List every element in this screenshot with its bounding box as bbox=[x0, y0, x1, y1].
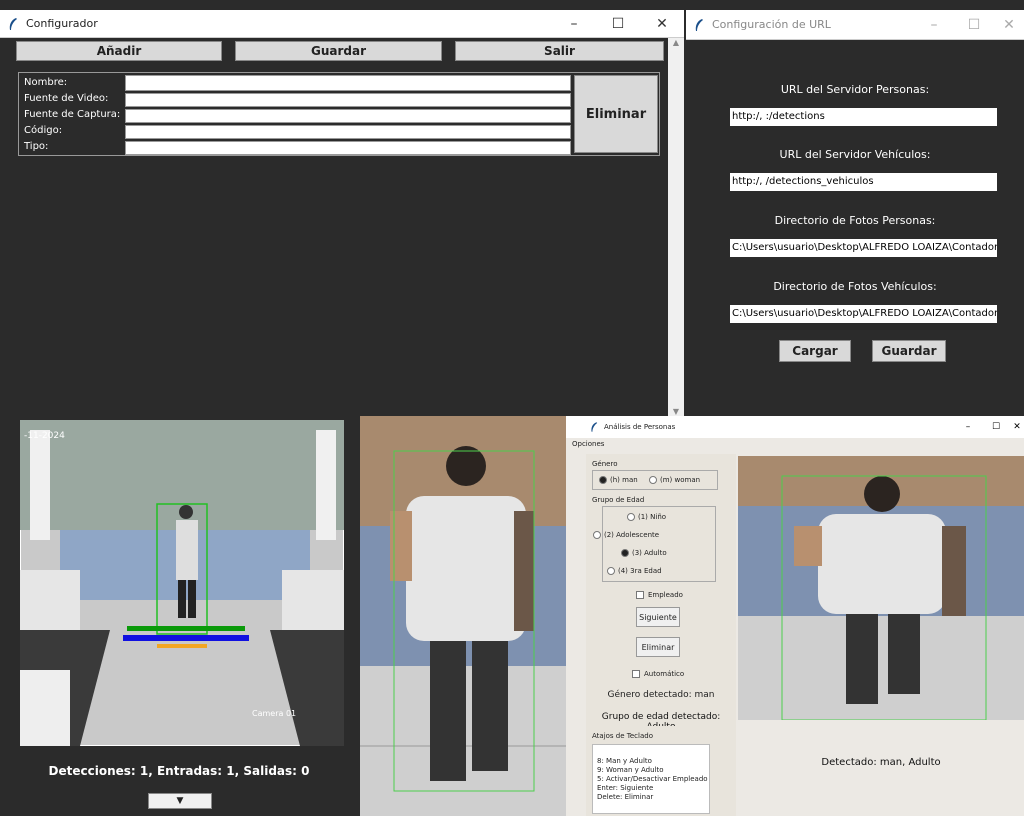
feather-icon bbox=[695, 18, 703, 31]
analysis-person-image bbox=[738, 456, 1024, 720]
shortcut-line: Delete: Eliminar bbox=[597, 793, 654, 801]
feather-icon bbox=[9, 17, 17, 30]
minimize-button[interactable]: – bbox=[552, 16, 596, 32]
url-config-titlebar: Configuración de URL – ☐ ✕ bbox=[686, 10, 1024, 40]
code-input[interactable] bbox=[125, 125, 571, 139]
gender-man-radio[interactable]: (h) man bbox=[599, 476, 638, 484]
employee-checkbox[interactable]: Empleado bbox=[636, 591, 683, 599]
save-button[interactable]: Guardar bbox=[235, 41, 442, 61]
label-type: Tipo: bbox=[24, 141, 49, 152]
age-group: (1) Niño (2) Adolescente (3) Adulto (4) … bbox=[593, 506, 716, 582]
close-button[interactable]: ✕ bbox=[1010, 422, 1024, 432]
chevron-down-icon: ▼ bbox=[176, 796, 184, 806]
controls-panel: Género (h) man (m) woman Grupo de Edad (… bbox=[586, 454, 736, 734]
radio-icon bbox=[649, 476, 657, 484]
maximize-button[interactable]: ☐ bbox=[954, 17, 994, 33]
maximize-button[interactable]: ☐ bbox=[596, 16, 640, 32]
name-input[interactable] bbox=[125, 75, 571, 91]
scroll-down-icon[interactable]: ▼ bbox=[668, 407, 684, 416]
shortcut-line: 9: Woman y Adulto bbox=[597, 766, 664, 774]
radio-icon bbox=[627, 513, 635, 521]
gender-woman-radio[interactable]: (m) woman bbox=[649, 476, 700, 484]
analysis-title: Análisis de Personas bbox=[604, 423, 676, 431]
capture-source-input[interactable] bbox=[125, 109, 571, 123]
persons-url-input[interactable]: http:/, :/detections bbox=[730, 108, 997, 126]
field-labels: Nombre: Fuente de Video: Fuente de Captu… bbox=[21, 75, 125, 155]
persons-url-label: URL del Servidor Personas: bbox=[780, 83, 930, 96]
load-button[interactable]: Cargar bbox=[779, 340, 851, 362]
minimize-button[interactable]: – bbox=[954, 422, 982, 432]
type-input[interactable] bbox=[125, 141, 571, 155]
radio-icon bbox=[593, 531, 601, 539]
url-config-title: Configuración de URL bbox=[712, 18, 831, 31]
vehicles-url-input[interactable]: http:/, /detections_vehiculos bbox=[730, 173, 997, 191]
url-save-button[interactable]: Guardar bbox=[872, 340, 946, 362]
url-config-window: Configuración de URL – ☐ ✕ URL del Servi… bbox=[686, 10, 1024, 416]
scrollbar[interactable]: ▲ ▼ bbox=[668, 38, 684, 416]
shortcuts-panel: Atajos de Teclado 8: Man y Adulto 9: Wom… bbox=[586, 726, 736, 816]
gender-group: (h) man (m) woman bbox=[592, 470, 718, 490]
vehicles-photos-label: Directorio de Fotos Vehículos: bbox=[773, 280, 937, 293]
automatic-checkbox[interactable]: Automático bbox=[632, 670, 684, 678]
dropdown-button[interactable]: ▼ bbox=[148, 793, 212, 809]
vehicles-url-label: URL del Servidor Vehículos: bbox=[779, 148, 931, 161]
label-code: Código: bbox=[24, 125, 63, 136]
configurador-title: Configurador bbox=[26, 17, 98, 30]
shortcut-line: Enter: Siguiente bbox=[597, 784, 654, 792]
label-capture-source: Fuente de Captura: bbox=[24, 109, 121, 120]
minimize-button[interactable]: – bbox=[914, 17, 954, 33]
camera-panel: -11-2024 Camera 01 Detecciones: 1, Entra… bbox=[0, 416, 358, 816]
shortcuts-box: 8: Man y Adulto 9: Woman y Adulto 5: Act… bbox=[592, 744, 710, 814]
next-button[interactable]: Siguiente bbox=[636, 607, 680, 627]
label-video-source: Fuente de Video: bbox=[24, 93, 109, 104]
add-button[interactable]: Añadir bbox=[16, 41, 222, 61]
radio-selected-icon bbox=[599, 476, 607, 484]
age-child-radio[interactable]: (1) Niño bbox=[627, 513, 666, 521]
shortcut-line: 5: Activar/Desactivar Empleado bbox=[597, 775, 708, 783]
radio-selected-icon bbox=[621, 549, 629, 557]
age-group-title: Grupo de Edad bbox=[592, 496, 645, 504]
camera-label: Camera 01 bbox=[252, 709, 296, 718]
label-name: Nombre: bbox=[24, 77, 68, 88]
camera-timestamp: -11-2024 bbox=[24, 431, 65, 441]
age-adult-radio[interactable]: (3) Adulto bbox=[621, 549, 667, 557]
age-senior-radio[interactable]: (4) 3ra Edad bbox=[607, 567, 662, 575]
age-teen-radio[interactable]: (2) Adolescente bbox=[593, 531, 659, 539]
analysis-window: Análisis de Personas – ☐ ✕ Opciones Géne… bbox=[566, 416, 1024, 816]
entry-line bbox=[127, 626, 245, 631]
radio-icon bbox=[607, 567, 615, 575]
configurador-titlebar: Configurador – ☐ ✕ bbox=[0, 10, 684, 38]
form-frame: Nombre: Fuente de Video: Fuente de Captu… bbox=[18, 72, 660, 156]
close-button[interactable]: ✕ bbox=[994, 17, 1024, 33]
camera-feed: -11-2024 Camera 01 bbox=[20, 420, 344, 746]
gender-group-title: Género bbox=[592, 460, 618, 468]
center-line bbox=[157, 644, 207, 648]
feather-icon bbox=[591, 422, 598, 432]
shortcuts-title: Atajos de Teclado bbox=[592, 732, 653, 740]
analysis-delete-button[interactable]: Eliminar bbox=[636, 637, 680, 657]
delete-button[interactable]: Eliminar bbox=[574, 75, 658, 153]
maximize-button[interactable]: ☐ bbox=[982, 422, 1010, 432]
analysis-titlebar: Análisis de Personas – ☐ ✕ bbox=[566, 416, 1024, 438]
checkbox-icon bbox=[636, 591, 644, 599]
exit-button[interactable]: Salir bbox=[455, 41, 664, 61]
person-crop-image bbox=[360, 416, 566, 816]
field-inputs bbox=[125, 75, 571, 157]
options-menu[interactable]: Opciones bbox=[572, 440, 604, 448]
detected-result: Detectado: man, Adulto bbox=[821, 757, 941, 768]
close-button[interactable]: ✕ bbox=[640, 16, 684, 32]
vehicles-photos-input[interactable]: C:\Users\usuario\Desktop\ALFREDO LOAIZA\… bbox=[730, 305, 997, 323]
exit-line bbox=[123, 635, 249, 641]
detections-status: Detecciones: 1, Entradas: 1, Salidas: 0 bbox=[48, 764, 310, 778]
persons-photos-label: Directorio de Fotos Personas: bbox=[774, 214, 936, 227]
persons-photos-input[interactable]: C:\Users\usuario\Desktop\ALFREDO LOAIZA\… bbox=[730, 239, 997, 257]
shortcut-line: 8: Man y Adulto bbox=[597, 757, 652, 765]
checkbox-icon bbox=[632, 670, 640, 678]
gender-detected-label: Género detectado: man bbox=[607, 690, 715, 700]
scroll-up-icon[interactable]: ▲ bbox=[668, 38, 684, 47]
video-source-input[interactable] bbox=[125, 93, 571, 107]
configurador-window: Configurador – ☐ ✕ ▲ ▼ Añadir Guardar Sa… bbox=[0, 10, 684, 416]
